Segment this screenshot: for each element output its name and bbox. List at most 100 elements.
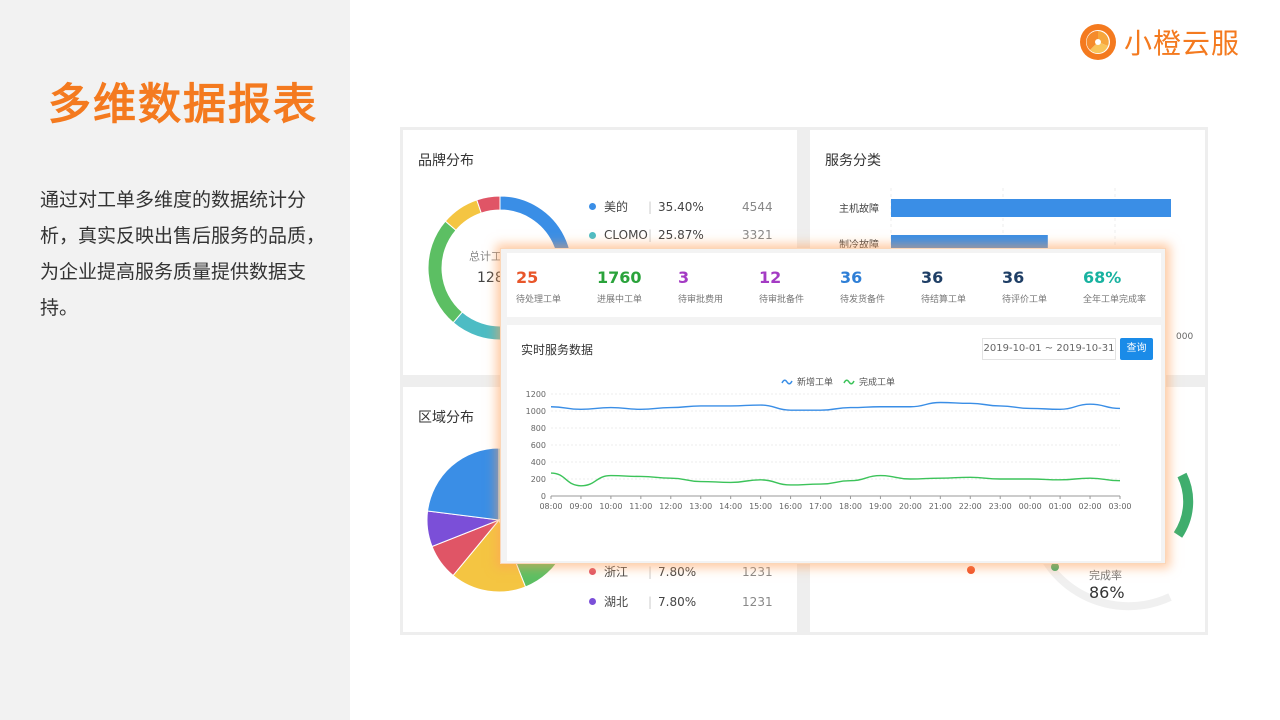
x-tick-label: 15:00	[749, 502, 772, 511]
kpi-value: 36	[1002, 268, 1025, 287]
legend-count: 4544	[742, 199, 773, 214]
kpi-value: 1760	[597, 268, 642, 287]
x-tick-label: 01:00	[1049, 502, 1072, 511]
brand-slice	[444, 199, 482, 231]
kpi-label: 全年工单完成率	[1083, 295, 1147, 305]
kpi-bar: 25 待处理工单 1760 进展中工单 3 待审批费用 12 待审批备件 36 待发货备件 36 待结…	[507, 253, 1161, 317]
x-tick-label: 00:00	[1019, 502, 1042, 511]
y-tick-label: 800	[531, 424, 546, 433]
brand-center-label: 总计工	[469, 250, 502, 263]
legend-percent: 7.80%	[658, 564, 697, 579]
x-tick-label: 23:00	[989, 502, 1012, 511]
brand-slice	[476, 195, 501, 214]
x-tick-label: 18:00	[839, 502, 862, 511]
completion-value: 86%	[1089, 583, 1125, 602]
left-panel: 多维数据报表 通过对工单多维度的数据统计分析，真实反映出售后服务的品质，为企业提…	[0, 0, 350, 720]
legend-count: 3321	[742, 228, 773, 242]
x-tick-label: 14:00	[719, 502, 742, 511]
region-legend-item: 浙江 | 7.80% 1231	[589, 563, 773, 580]
kpi-label: 待评价工单	[1002, 295, 1048, 305]
orange-logo-icon	[1080, 24, 1116, 60]
brand-slice	[427, 220, 463, 324]
kpi-item[interactable]: 68% 全年工单完成率	[1083, 267, 1146, 305]
y-tick-label: 0	[541, 492, 546, 501]
legend-dot-icon	[589, 598, 596, 605]
realtime-line-chart: 0 200 400 600 800 1000 1200 08:00 09:00 10:00 11:0…	[526, 390, 1132, 511]
kpi-item[interactable]: 3 待审批费用	[678, 267, 723, 305]
x-tick-label: 13:00	[689, 502, 712, 511]
legend-separator: |	[648, 199, 653, 214]
page-description: 通过对工单多维度的数据统计分析，真实反映出售后服务的品质，为企业提高服务质量提供…	[40, 189, 326, 319]
kpi-item[interactable]: 12 待审批备件	[759, 267, 804, 305]
kpi-label: 待结算工单	[921, 295, 967, 305]
x-tick-label: 19:00	[869, 502, 892, 511]
series-line	[550, 401, 1121, 411]
kpi-item[interactable]: 25 待处理工单	[516, 267, 561, 305]
x-tick-label: 16:00	[779, 502, 802, 511]
x-tick-label: 12:00	[659, 502, 682, 511]
kpi-item[interactable]: 36 待发货备件	[840, 267, 885, 305]
kpi-label: 待审批费用	[678, 295, 724, 305]
region-legend-item: 湖北 | 7.80% 1231	[589, 593, 773, 610]
legend-separator: |	[648, 228, 653, 242]
legend-separator: |	[648, 594, 653, 609]
x-tick-label: 11:00	[629, 502, 652, 511]
x-tick-label: 09:00	[569, 502, 592, 511]
region-slice	[427, 447, 500, 521]
legend-separator: |	[648, 564, 653, 579]
service-axis-fragment: 000	[1176, 332, 1194, 342]
legend-dot-icon	[589, 203, 596, 210]
kpi-value: 36	[840, 268, 863, 287]
legend-name: 美的	[604, 200, 629, 214]
region-card-title: 区域分布	[418, 410, 474, 426]
kpi-value: 36	[921, 268, 944, 287]
kpi-value: 3	[678, 268, 690, 287]
logo-text: 小橙云服	[1124, 27, 1241, 60]
realtime-overlay-panel: 25 待处理工单 1760 进展中工单 3 待审批费用 12 待审批备件 36 待发货备件 36 待结…	[500, 248, 1166, 564]
logo: 小橙云服	[1078, 22, 1240, 62]
y-tick-label: 600	[531, 441, 546, 450]
completion-label: 完成率	[1089, 569, 1122, 582]
kpi-item[interactable]: 1760 进展中工单	[597, 267, 642, 305]
kpi-label: 待发货备件	[840, 295, 886, 305]
page-title: 多维数据报表	[48, 80, 318, 130]
brand-legend-item: 美的 | 35.40% 4544	[589, 198, 773, 215]
legend-name: 湖北	[604, 595, 629, 609]
x-tick-label: 22:00	[959, 502, 982, 511]
service-bar	[891, 199, 1171, 217]
kpi-label: 待处理工单	[516, 295, 562, 305]
x-tick-label: 17:00	[809, 502, 832, 511]
brand-legend-item: CLOMO | 25.87% 3321	[589, 228, 773, 242]
legend-name: CLOMO	[604, 228, 648, 242]
realtime-panel: 实时服务数据 2019-10-01 ~ 2019-10-31 查询 新增工单 完成…	[507, 325, 1161, 561]
y-tick-label: 200	[531, 475, 546, 484]
gauge-marker-end	[1051, 563, 1059, 571]
x-tick-label: 10:00	[599, 502, 622, 511]
x-tick-label: 02:00	[1079, 502, 1102, 511]
legend-count: 1231	[742, 594, 773, 609]
legend-count: 1231	[742, 564, 773, 579]
x-tick-label: 08:00	[539, 502, 562, 511]
x-tick-label: 20:00	[899, 502, 922, 511]
kpi-item[interactable]: 36 待结算工单	[921, 267, 966, 305]
y-tick-label: 1000	[526, 407, 546, 416]
kpi-value: 12	[759, 268, 782, 287]
legend-name: 浙江	[604, 565, 629, 579]
gauge-marker-start	[967, 566, 975, 574]
legend-dot-icon	[589, 231, 596, 239]
legend-dot-icon	[589, 568, 596, 575]
brand-card-title: 品牌分布	[418, 153, 474, 169]
gauge-progress	[1173, 472, 1194, 538]
kpi-item[interactable]: 36 待评价工单	[1002, 267, 1047, 305]
service-category-label: 主机故障	[839, 202, 879, 215]
x-tick-label: 03:00	[1108, 502, 1131, 511]
y-tick-label: 1200	[526, 390, 546, 399]
kpi-value: 68%	[1083, 268, 1122, 287]
legend-percent: 35.40%	[658, 199, 704, 214]
legend-percent: 25.87%	[658, 228, 704, 242]
legend-percent: 7.80%	[658, 594, 697, 609]
kpi-label: 待审批备件	[759, 295, 805, 305]
kpi-label: 进展中工单	[597, 295, 643, 305]
kpi-value: 25	[516, 268, 539, 287]
y-tick-label: 400	[531, 458, 546, 467]
